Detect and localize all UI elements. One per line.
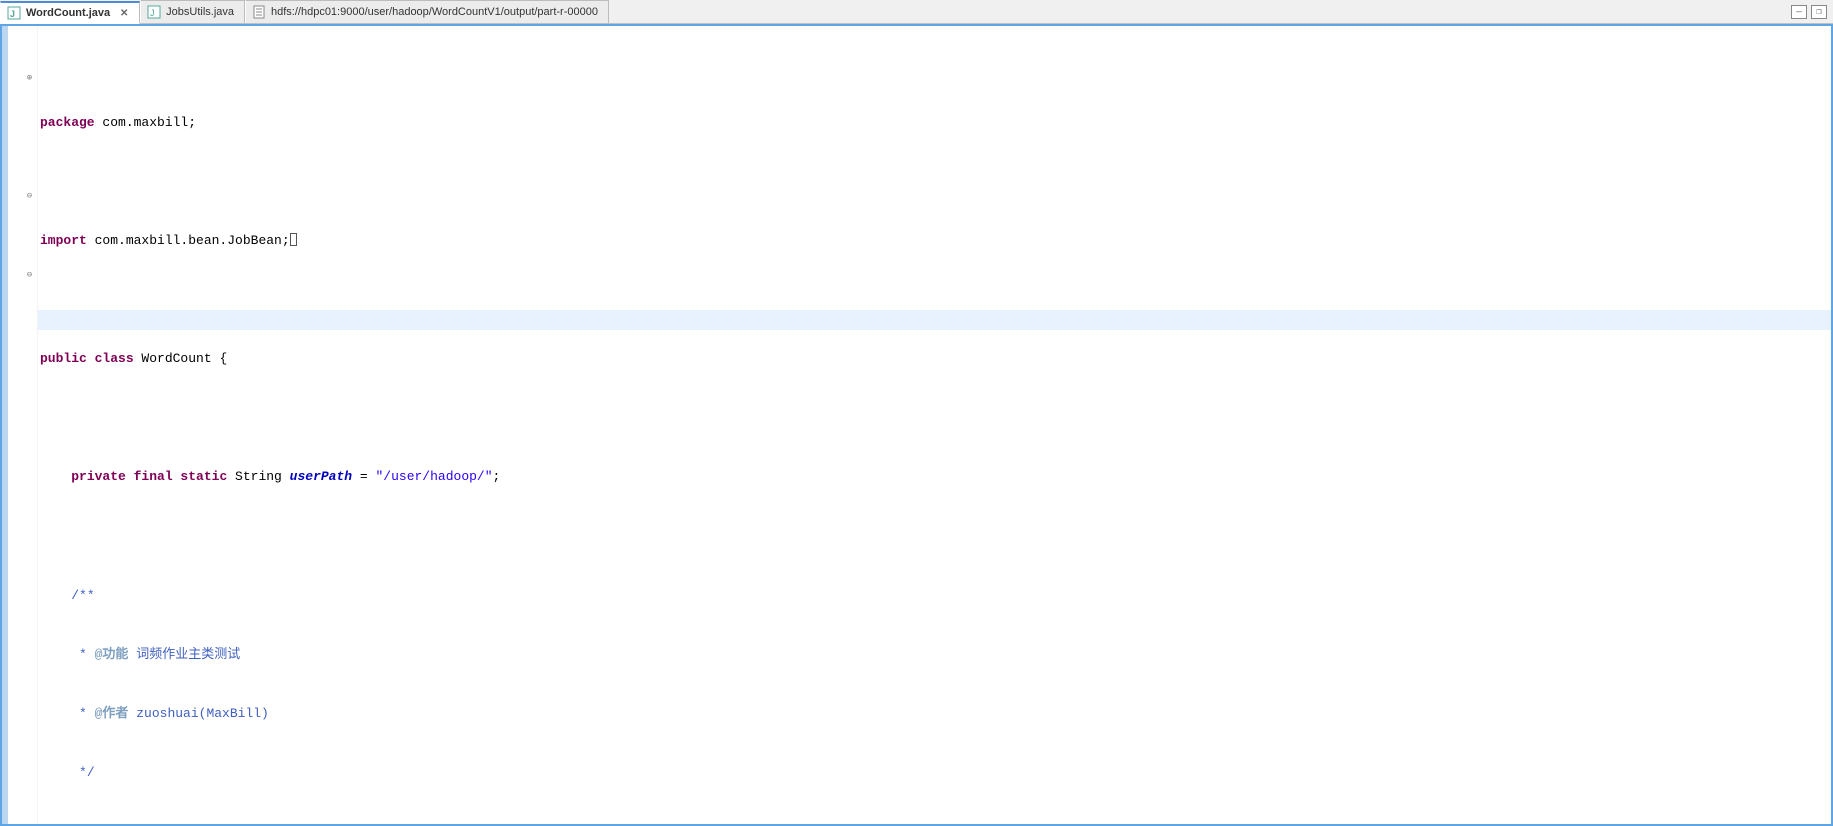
close-icon[interactable]: ✕ — [119, 8, 129, 18]
java-file-icon: J — [147, 5, 161, 19]
tab-label: WordCount.java — [26, 7, 110, 19]
window-controls: — ❐ — [1791, 5, 1833, 19]
collapse-icon[interactable]: ⊖ — [24, 192, 35, 203]
maximize-button[interactable]: ❐ — [1811, 5, 1827, 19]
collapse-icon[interactable]: ⊖ — [24, 271, 35, 282]
collapsed-indicator-icon[interactable] — [290, 233, 297, 246]
svg-text:J: J — [10, 9, 15, 19]
current-line-highlight — [38, 310, 1831, 330]
svg-text:J: J — [150, 8, 155, 18]
text-file-icon — [252, 5, 266, 19]
tab-wordcount[interactable]: J WordCount.java ✕ — [0, 1, 140, 24]
minimize-button[interactable]: — — [1791, 5, 1807, 19]
editor-tab-bar: J WordCount.java ✕ J JobsUtils.java hdfs… — [0, 0, 1833, 24]
tab-label: hdfs://hdpc01:9000/user/hadoop/WordCount… — [271, 6, 598, 18]
expand-icon[interactable]: ⊕ — [24, 74, 35, 85]
tab-hdfs-output[interactable]: hdfs://hdpc01:9000/user/hadoop/WordCount… — [245, 0, 609, 23]
tab-jobsutils[interactable]: J JobsUtils.java — [140, 0, 245, 23]
tab-label: JobsUtils.java — [166, 6, 234, 18]
gutter[interactable]: ⊕ ⊖ ⊖ — [8, 26, 38, 824]
code-editor[interactable]: package com.maxbill; import com.maxbill.… — [38, 26, 1831, 824]
editor-area: ⊕ ⊖ ⊖ package com.maxbill; import com.ma… — [0, 24, 1833, 826]
java-file-icon: J — [7, 6, 21, 20]
